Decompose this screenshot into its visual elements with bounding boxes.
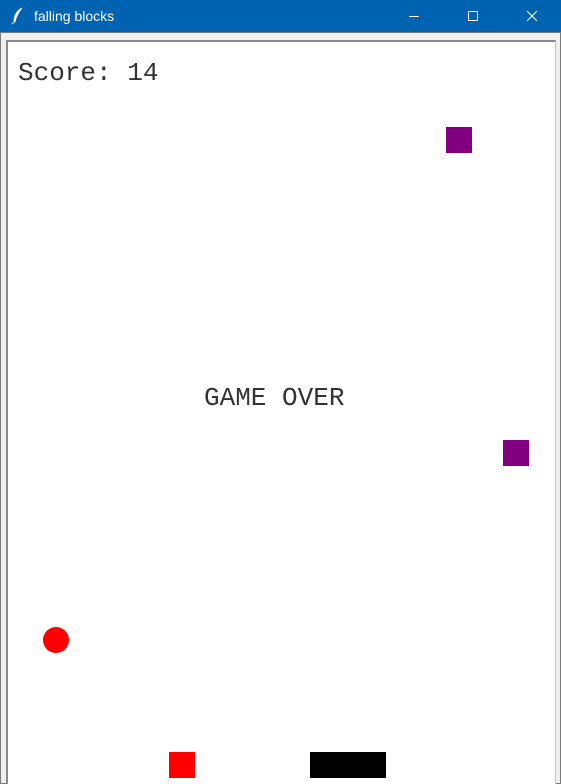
score-label: Score: 14 xyxy=(18,58,159,88)
falling-block-red xyxy=(169,752,195,778)
game-canvas[interactable]: Score: 14 GAME OVER xyxy=(6,40,556,784)
title-bar[interactable]: falling blocks xyxy=(0,0,561,32)
player-paddle xyxy=(310,752,386,778)
maximize-icon xyxy=(468,11,478,21)
app-window: falling blocks Score: 14 GAME OVER xyxy=(0,0,561,784)
maximize-button[interactable] xyxy=(450,0,496,32)
minimize-icon xyxy=(409,16,419,17)
window-title: falling blocks xyxy=(34,8,115,24)
window-frame: Score: 14 GAME OVER xyxy=(0,32,561,784)
falling-block-purple xyxy=(503,440,529,466)
red-ball xyxy=(43,627,69,653)
minimize-button[interactable] xyxy=(391,0,437,32)
falling-block-purple xyxy=(446,127,472,153)
close-icon xyxy=(526,10,538,22)
close-button[interactable] xyxy=(509,0,555,32)
game-over-text: GAME OVER xyxy=(204,383,345,413)
feather-icon xyxy=(10,7,26,25)
